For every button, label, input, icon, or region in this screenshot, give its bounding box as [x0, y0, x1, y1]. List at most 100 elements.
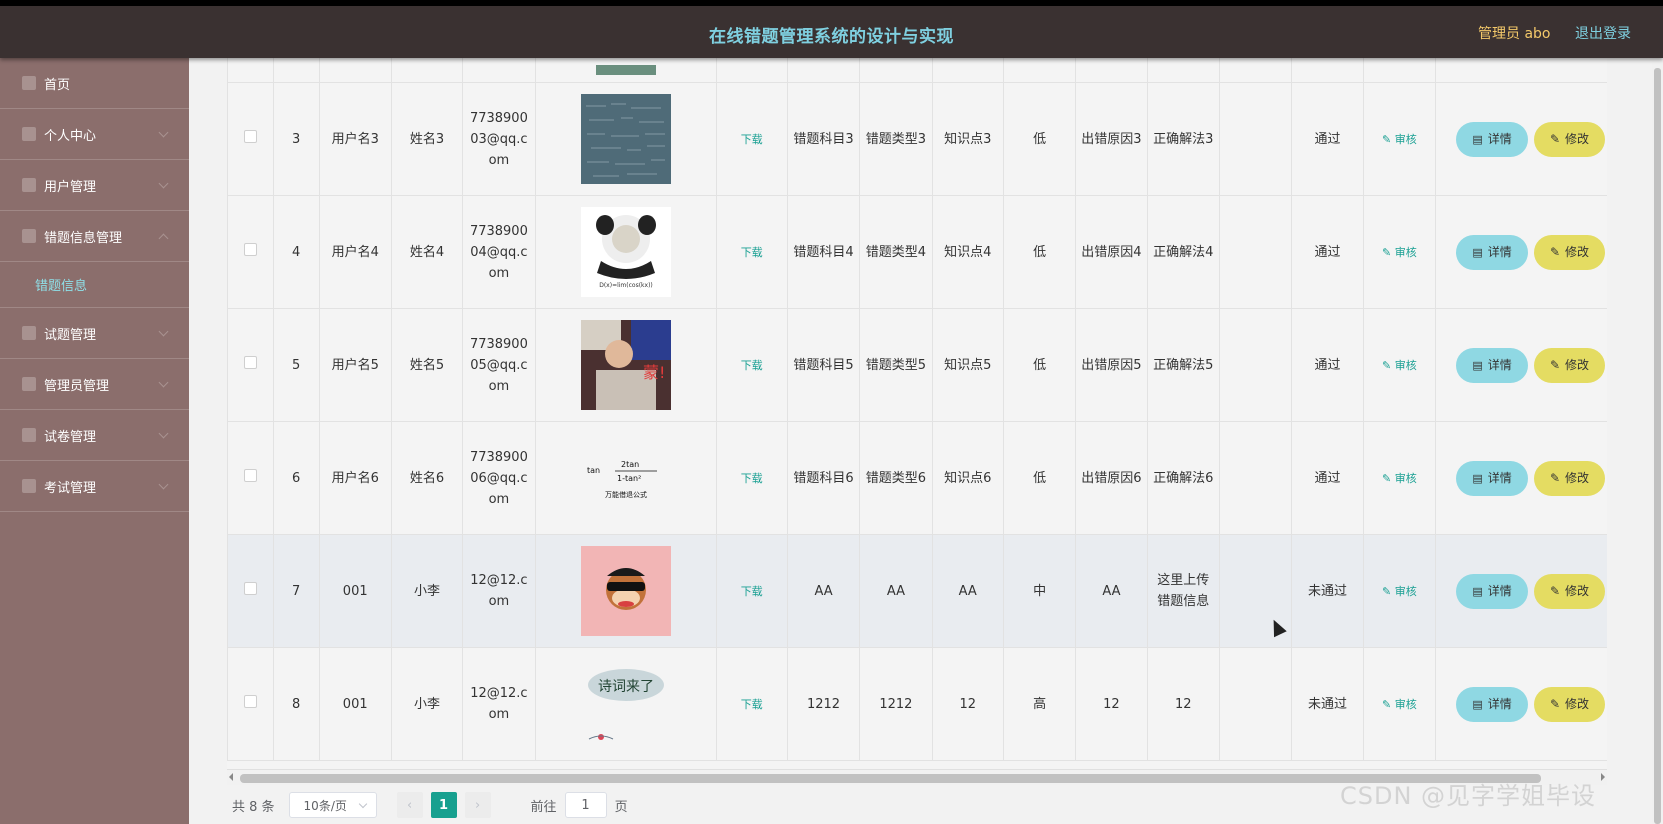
detail-button[interactable]: ▤ 详情	[1456, 460, 1529, 496]
document-icon: ▤	[1472, 245, 1483, 259]
sidebar-item-papers[interactable]: 试卷管理	[0, 410, 189, 461]
download-link[interactable]: 下载	[741, 472, 763, 485]
edit-button[interactable]: ✎ 修改	[1534, 234, 1606, 270]
cell-download: 下载	[715, 534, 788, 648]
edit-pen-icon: ✎	[1381, 471, 1395, 485]
chevron-down-icon	[158, 326, 169, 337]
sidebar-item-exams[interactable]: 考试管理	[0, 461, 189, 512]
cell-status: 通过	[1291, 82, 1364, 196]
detail-label: 详情	[1487, 244, 1512, 259]
sidebar-item-admins[interactable]: 管理员管理	[0, 359, 189, 410]
edit-button[interactable]: ✎ 修改	[1534, 347, 1606, 383]
cell-download: 下载	[715, 82, 788, 196]
detail-button[interactable]: ▤ 详情	[1456, 121, 1529, 157]
cell-subject: 错题科目3	[786, 82, 861, 196]
edit-pen-icon: ✎	[1549, 131, 1561, 146]
cell-empty	[1218, 647, 1293, 761]
edit-button[interactable]: ✎ 修改	[1534, 460, 1606, 496]
prev-page-button[interactable]: ‹	[396, 792, 423, 818]
cell-actions: ▤ 详情 ✎ 修改	[1435, 82, 1607, 196]
cell-solution: 12	[1146, 647, 1220, 761]
sidebar-item-home[interactable]: 首页	[0, 58, 189, 109]
edit-pen-icon: ✎	[1549, 357, 1561, 372]
scroll-left-icon[interactable]	[229, 773, 233, 781]
cell-solution: 正确解法3	[1146, 82, 1220, 196]
svg-text:蒙!: 蒙!	[643, 363, 665, 382]
row-checkbox[interactable]	[243, 355, 257, 369]
audit-link[interactable]: ✎ 审核	[1382, 359, 1417, 372]
edit-button[interactable]: ✎ 修改	[1534, 573, 1606, 609]
paper-icon	[22, 428, 36, 442]
book-icon	[22, 229, 36, 243]
edit-button[interactable]: ✎ 修改	[1534, 686, 1606, 722]
scrollbar-thumb[interactable]	[1654, 68, 1661, 824]
edit-label: 修改	[1565, 131, 1590, 146]
edit-button[interactable]: ✎ 修改	[1534, 121, 1606, 157]
edit-pen-icon: ✎	[1381, 584, 1395, 598]
svg-text:万能借退公式: 万能借退公式	[605, 490, 647, 499]
sidebar-item-users[interactable]: 用户管理	[0, 160, 189, 211]
cell-type: AA	[859, 534, 933, 648]
cell-name: 姓名6	[390, 421, 464, 535]
cell-name: 姓名5	[390, 308, 464, 422]
audit-link[interactable]: ✎ 审核	[1382, 698, 1417, 711]
audit-link[interactable]: ✎ 审核	[1382, 246, 1417, 259]
row-checkbox[interactable]	[243, 468, 257, 482]
row-select-cell	[227, 195, 274, 309]
audit-link[interactable]: ✎ 审核	[1382, 133, 1417, 146]
vertical-scrollbar[interactable]	[1652, 58, 1663, 824]
edit-label: 修改	[1565, 244, 1590, 259]
edit-pen-icon: ✎	[1381, 132, 1395, 146]
scroll-right-icon[interactable]	[1601, 773, 1605, 781]
sidebar-subitem-wrong-info[interactable]: 错题信息	[0, 262, 189, 308]
goto-unit: 页	[614, 799, 628, 815]
row-checkbox[interactable]	[243, 242, 257, 256]
page-number-button[interactable]: 1	[430, 792, 457, 818]
sidebar-item-personal[interactable]: 个人中心	[0, 109, 189, 160]
cell-username: 用户名6	[318, 421, 392, 535]
cell-type: 1212	[859, 647, 933, 761]
next-page-button[interactable]: ›	[464, 792, 491, 818]
cell-solution: 正确解法5	[1146, 308, 1220, 422]
detail-button[interactable]: ▤ 详情	[1456, 234, 1529, 270]
cell-username: 001	[318, 534, 392, 648]
sidebar-item-questions[interactable]: 试题管理	[0, 308, 189, 359]
sidebar-item-label: 考试管理	[44, 480, 97, 496]
download-link[interactable]: 下载	[741, 698, 763, 711]
download-link[interactable]: 下载	[741, 359, 763, 372]
detail-button[interactable]: ▤ 详情	[1456, 686, 1529, 722]
cell-status: 通过	[1291, 308, 1364, 422]
svg-text:2tan: 2tan	[621, 460, 639, 469]
detail-button[interactable]: ▤ 详情	[1456, 347, 1529, 383]
sidebar-item-label: 用户管理	[44, 179, 97, 195]
row-select-cell	[227, 421, 274, 535]
cell-username: 用户名5	[318, 308, 392, 422]
document-icon: ▤	[1472, 358, 1483, 372]
sidebar-item-label: 试题管理	[44, 327, 97, 343]
total-count: 共 8 条	[232, 799, 275, 815]
audit-link[interactable]: ✎ 审核	[1382, 472, 1417, 485]
sidebar-item-wrong-questions[interactable]: 错题信息管理	[0, 211, 189, 262]
goto-page-input[interactable]: 1	[564, 792, 607, 818]
audit-link[interactable]: ✎ 审核	[1382, 585, 1417, 598]
row-checkbox[interactable]	[243, 129, 257, 143]
thumbnail-image: tan 2tan 1-tan² 万能借退公式	[540, 433, 712, 523]
data-table-wrapper: 3 用户名3 姓名3 773890003@qq.com 下载 错题科目3 错题类型3 知识点3…	[227, 58, 1607, 770]
download-link[interactable]: 下载	[741, 246, 763, 259]
page-size-select[interactable]: 10条/页	[288, 792, 377, 818]
cell-username: 001	[318, 647, 392, 761]
cell-email: 773890004@qq.com	[462, 195, 536, 309]
row-checkbox[interactable]	[243, 694, 257, 708]
cell-id: 6	[272, 421, 320, 535]
row-checkbox[interactable]	[243, 581, 257, 595]
row-select-cell	[227, 308, 274, 422]
cell-email: 773890003@qq.com	[462, 82, 536, 196]
detail-button[interactable]: ▤ 详情	[1456, 573, 1529, 609]
users-icon	[22, 178, 36, 192]
row-select-cell	[227, 534, 274, 648]
download-link[interactable]: 下载	[741, 133, 763, 146]
audit-label: 审核	[1394, 358, 1417, 372]
logout-link[interactable]: 退出登录	[1575, 23, 1631, 43]
download-link[interactable]: 下载	[741, 585, 763, 598]
cell-id: 5	[272, 308, 320, 422]
